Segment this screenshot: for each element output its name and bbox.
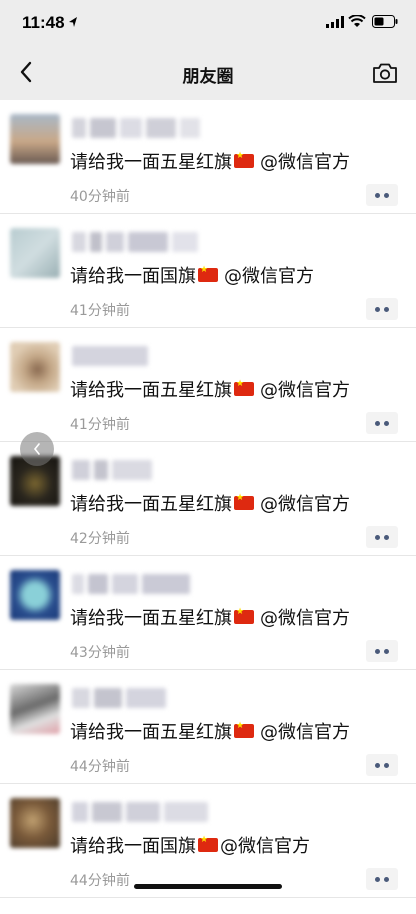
mention-link[interactable]: @微信官方 bbox=[260, 604, 350, 630]
message-text: 请给我一面国旗 @微信官方 bbox=[70, 832, 310, 858]
location-arrow-icon bbox=[69, 17, 77, 27]
message-body: 请给我一面国旗 bbox=[70, 266, 196, 287]
username-blurred[interactable] bbox=[72, 802, 208, 824]
avatar[interactable] bbox=[10, 114, 60, 164]
more-dots-icon bbox=[375, 648, 380, 654]
more-button[interactable] bbox=[366, 298, 398, 320]
message-body: 请给我一面五星红旗 bbox=[70, 380, 232, 401]
message-text: 请给我一面国旗 @微信官方 bbox=[70, 262, 314, 288]
message-body: 请给我一面五星红旗 bbox=[70, 494, 232, 515]
list-item[interactable]: 请给我一面五星红旗 @微信官方 44分钟前 bbox=[0, 670, 416, 784]
camera-icon bbox=[373, 63, 397, 83]
mention-link[interactable]: @微信官方 bbox=[260, 490, 350, 516]
message-text: 请给我一面五星红旗 @微信官方 bbox=[70, 490, 350, 516]
status-time: 11:48 bbox=[22, 13, 65, 32]
timestamp: 41分钟前 bbox=[70, 417, 130, 433]
nav-bar: 朋友圈 bbox=[0, 46, 416, 98]
list-item[interactable]: 请给我一面五星红旗 @微信官方 41分钟前 bbox=[0, 328, 416, 442]
battery-icon bbox=[372, 15, 398, 28]
mention-link[interactable]: @微信官方 bbox=[260, 718, 350, 744]
status-bar: 11:48 bbox=[0, 0, 416, 46]
camera-button[interactable] bbox=[370, 60, 400, 86]
message-body: 请给我一面五星红旗 bbox=[70, 608, 232, 629]
china-flag-icon bbox=[198, 265, 218, 282]
more-button[interactable] bbox=[366, 868, 398, 890]
message-text: 请给我一面五星红旗 @微信官方 bbox=[70, 376, 350, 402]
message-body: 请给我一面五星红旗 bbox=[70, 152, 232, 173]
china-flag-icon bbox=[234, 493, 254, 510]
timestamp: 44分钟前 bbox=[70, 873, 130, 889]
cellular-signal-icon bbox=[326, 16, 344, 28]
message-text: 请给我一面五星红旗 @微信官方 bbox=[70, 718, 350, 744]
username-blurred[interactable] bbox=[72, 346, 148, 368]
list-item[interactable]: 请给我一面五星红旗 @微信官方 40分钟前 bbox=[0, 100, 416, 214]
timestamp: 40分钟前 bbox=[70, 189, 130, 205]
list-item[interactable]: 请给我一面国旗 @微信官方 41分钟前 bbox=[0, 214, 416, 328]
avatar[interactable] bbox=[10, 228, 60, 278]
more-button[interactable] bbox=[366, 754, 398, 776]
list-item[interactable]: 请给我一面五星红旗 @微信官方 42分钟前 bbox=[0, 442, 416, 556]
more-dots-icon bbox=[375, 192, 380, 198]
mention-link[interactable]: @微信官方 bbox=[220, 832, 310, 858]
more-button[interactable] bbox=[366, 640, 398, 662]
avatar[interactable] bbox=[10, 342, 60, 392]
timestamp: 44分钟前 bbox=[70, 759, 130, 775]
username-blurred[interactable] bbox=[72, 574, 190, 596]
avatar[interactable] bbox=[10, 798, 60, 848]
message-text: 请给我一面五星红旗 @微信官方 bbox=[70, 148, 350, 174]
more-dots-icon bbox=[375, 306, 380, 312]
more-dots-icon bbox=[375, 534, 380, 540]
avatar[interactable] bbox=[10, 684, 60, 734]
list-item[interactable]: 请给我一面国旗 @微信官方 44分钟前 bbox=[0, 784, 416, 898]
username-blurred[interactable] bbox=[72, 118, 200, 140]
wifi-icon bbox=[348, 15, 366, 27]
message-body: 请给我一面国旗 bbox=[70, 836, 196, 857]
list-item[interactable]: 请给我一面五星红旗 @微信官方 43分钟前 bbox=[0, 556, 416, 670]
mention-link[interactable]: @微信官方 bbox=[260, 148, 350, 174]
message-body: 请给我一面五星红旗 bbox=[70, 722, 232, 743]
more-button[interactable] bbox=[366, 184, 398, 206]
chevron-left-icon bbox=[33, 443, 40, 455]
more-dots-icon bbox=[375, 762, 380, 768]
username-blurred[interactable] bbox=[72, 232, 198, 254]
username-blurred[interactable] bbox=[72, 460, 152, 482]
avatar[interactable] bbox=[10, 570, 60, 620]
mention-link[interactable]: @微信官方 bbox=[224, 262, 314, 288]
username-blurred[interactable] bbox=[72, 688, 166, 710]
page-title: 朋友圈 bbox=[182, 67, 234, 87]
floating-back-bubble[interactable] bbox=[20, 432, 54, 466]
more-dots-icon bbox=[375, 420, 380, 426]
more-button[interactable] bbox=[366, 412, 398, 434]
timestamp: 41分钟前 bbox=[70, 303, 130, 319]
china-flag-icon bbox=[198, 835, 218, 852]
china-flag-icon bbox=[234, 379, 254, 396]
message-list: 请给我一面五星红旗 @微信官方 40分钟前 请给我一面国旗 @微信官方 41分钟… bbox=[0, 100, 416, 914]
home-indicator[interactable] bbox=[134, 884, 282, 889]
china-flag-icon bbox=[234, 607, 254, 624]
message-text: 请给我一面五星红旗 @微信官方 bbox=[70, 604, 350, 630]
china-flag-icon bbox=[234, 151, 254, 168]
mention-link[interactable]: @微信官方 bbox=[260, 376, 350, 402]
china-flag-icon bbox=[234, 721, 254, 738]
timestamp: 43分钟前 bbox=[70, 645, 130, 661]
more-button[interactable] bbox=[366, 526, 398, 548]
more-dots-icon bbox=[375, 876, 380, 882]
timestamp: 42分钟前 bbox=[70, 531, 130, 547]
